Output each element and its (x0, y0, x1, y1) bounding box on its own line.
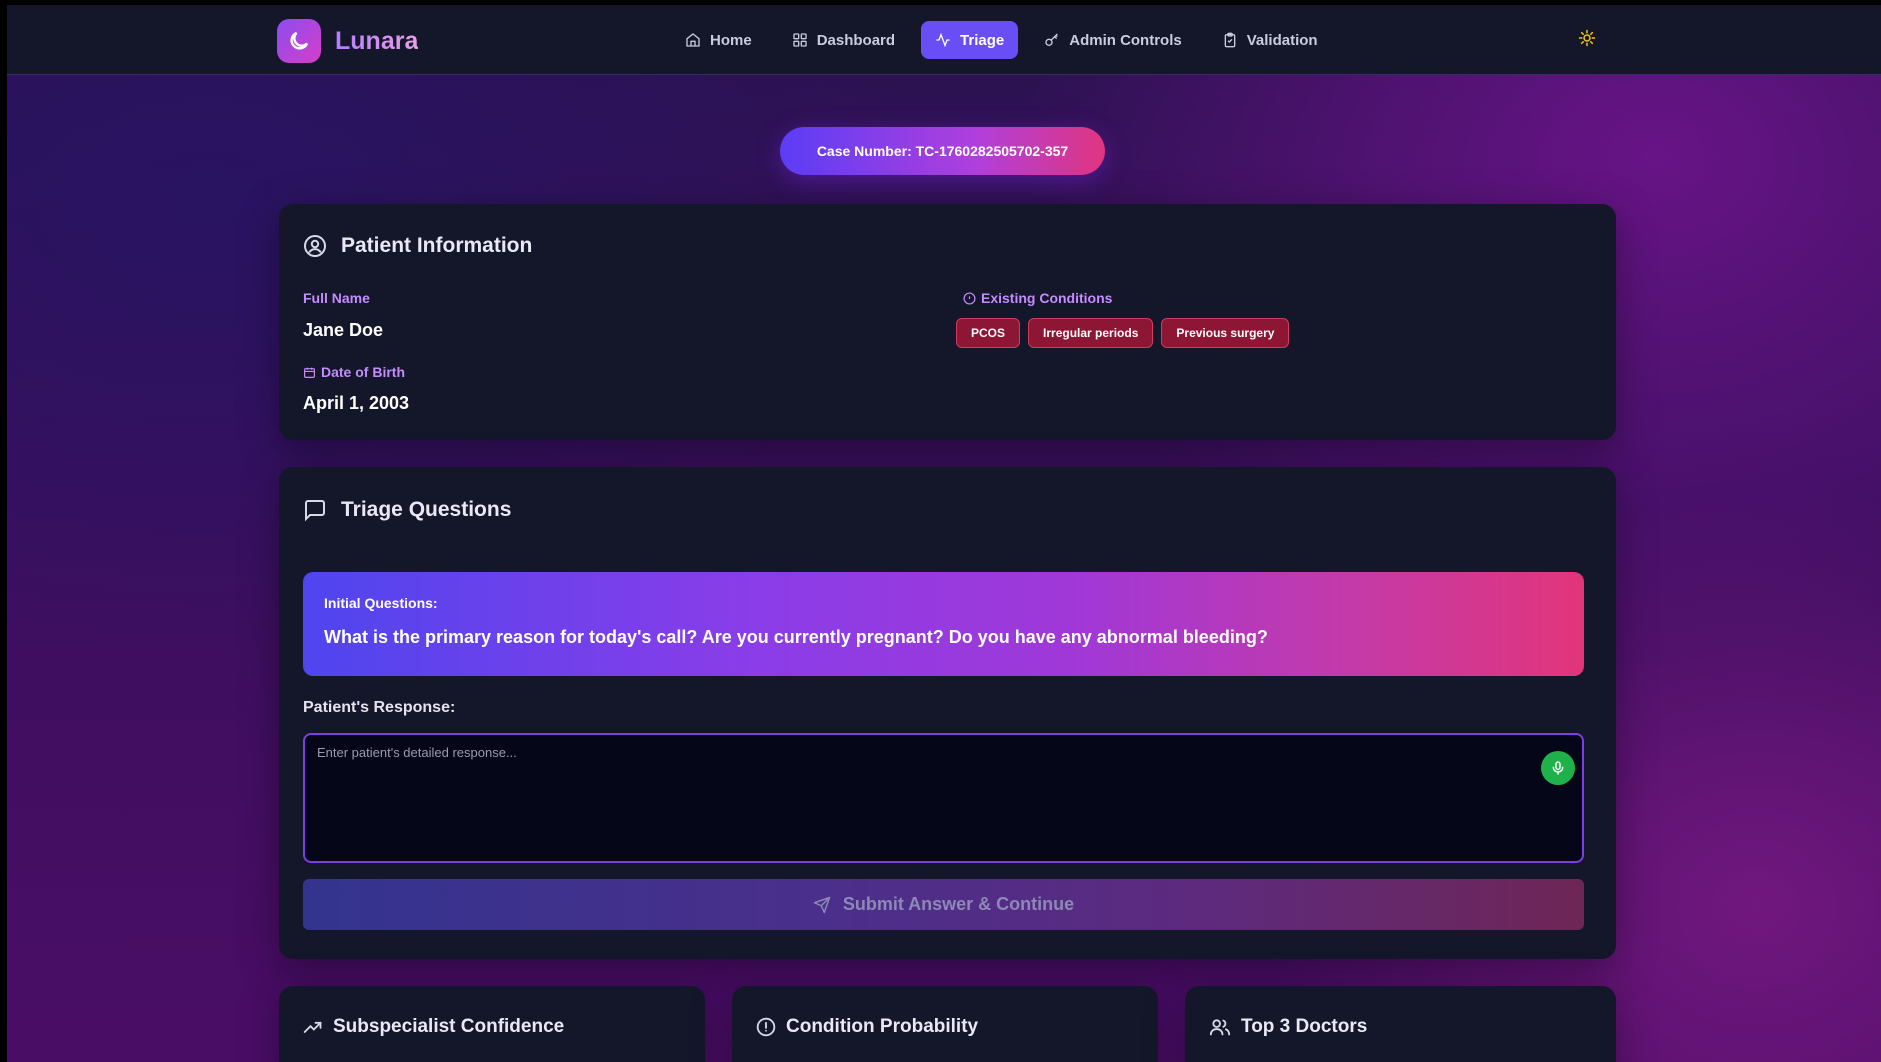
condition-tags: PCOS Irregular periods Previous surgery (956, 318, 1297, 348)
patient-response-box (303, 733, 1584, 863)
info-circle-icon (963, 291, 976, 305)
nav-triage-label: Triage (960, 31, 1005, 49)
nav-triage[interactable]: Triage (921, 21, 1019, 59)
app-name: Lunara (335, 26, 419, 55)
trending-up-icon (303, 1021, 322, 1033)
condition-probability-title: Condition Probability (756, 1016, 978, 1038)
patient-response-input[interactable] (317, 745, 1537, 845)
subspecialist-confidence-heading: Subspecialist Confidence (333, 1016, 565, 1037)
nav-dashboard[interactable]: Dashboard (778, 21, 909, 59)
users-icon (1209, 1019, 1231, 1036)
app-frame: Lunara Home Dashboard Triage Admin Contr… (7, 5, 1881, 1062)
dob-value: April 1, 2003 (303, 393, 410, 413)
dashboard-icon (793, 33, 807, 47)
case-number-badge: Case Number: TC-1760282505702-357 (780, 127, 1105, 175)
nav-admin-label: Admin Controls (1069, 31, 1182, 49)
top-navbar: Lunara Home Dashboard Triage Admin Contr… (7, 5, 1881, 75)
full-name-label-text: Full Name (303, 290, 370, 306)
top-doctors-heading: Top 3 Doctors (1241, 1016, 1368, 1037)
full-name-label: Full Name (303, 290, 370, 306)
voice-input-button[interactable] (1541, 751, 1575, 785)
message-square-icon (305, 500, 325, 522)
patient-response-label: Patient's Response: (303, 699, 456, 716)
calendar-icon (304, 367, 315, 378)
condition-probability-card: Condition Probability (732, 986, 1158, 1062)
theme-toggle[interactable] (1578, 29, 1596, 52)
existing-conditions-label-text: Existing Conditions (981, 290, 1113, 306)
triage-questions-title: Triage Questions (303, 498, 511, 522)
patient-info-card: Patient Information Full Name Jane Doe D… (279, 204, 1616, 440)
activity-icon (936, 32, 950, 48)
condition-probability-heading: Condition Probability (786, 1016, 979, 1037)
user-circle-icon (304, 235, 326, 257)
initial-questions-box: Initial Questions: What is the primary r… (303, 572, 1584, 676)
nav-home[interactable]: Home (671, 21, 766, 59)
patient-info-title: Patient Information (303, 234, 532, 258)
nav-home-label: Home (710, 31, 752, 49)
submit-answer-button[interactable]: Submit Answer & Continue (303, 879, 1584, 930)
subspecialist-confidence-card: Subspecialist Confidence (279, 986, 705, 1062)
initial-questions-label: Initial Questions: (324, 595, 438, 611)
key-icon (1045, 33, 1059, 46)
top-doctors-title: Top 3 Doctors (1209, 1016, 1367, 1038)
nav-dashboard-label: Dashboard (816, 31, 896, 49)
main-nav: Home Dashboard Triage Admin Controls Val… (671, 21, 1344, 59)
full-name-value: Jane Doe (303, 320, 384, 340)
alert-circle-icon (756, 1017, 776, 1037)
dob-label: Date of Birth (303, 364, 405, 380)
dob-label-text: Date of Birth (321, 364, 405, 380)
sun-icon (1578, 29, 1596, 47)
home-icon (686, 33, 700, 47)
subspecialist-confidence-title: Subspecialist Confidence (303, 1016, 564, 1038)
submit-answer-label: Submit Answer & Continue (842, 894, 1075, 914)
send-icon (813, 896, 831, 913)
patient-info-heading: Patient Information (341, 234, 533, 257)
triage-questions-heading: Triage Questions (341, 498, 512, 521)
app-logo[interactable]: Lunara (277, 19, 418, 63)
condition-tag: Irregular periods (1028, 318, 1154, 348)
moon-icon (277, 19, 321, 63)
clipboard-check-icon (1224, 32, 1236, 48)
condition-tag: Previous surgery (1161, 318, 1290, 348)
nav-validation-label: Validation (1246, 31, 1318, 49)
top-doctors-card: Top 3 Doctors (1185, 986, 1616, 1062)
condition-tag: PCOS (956, 318, 1021, 348)
existing-conditions-label: Existing Conditions (963, 290, 1112, 306)
nav-admin-controls[interactable]: Admin Controls (1030, 21, 1196, 59)
microphone-icon (1552, 761, 1564, 775)
nav-validation[interactable]: Validation (1208, 21, 1332, 59)
initial-questions-text: What is the primary reason for today's c… (324, 627, 1268, 647)
